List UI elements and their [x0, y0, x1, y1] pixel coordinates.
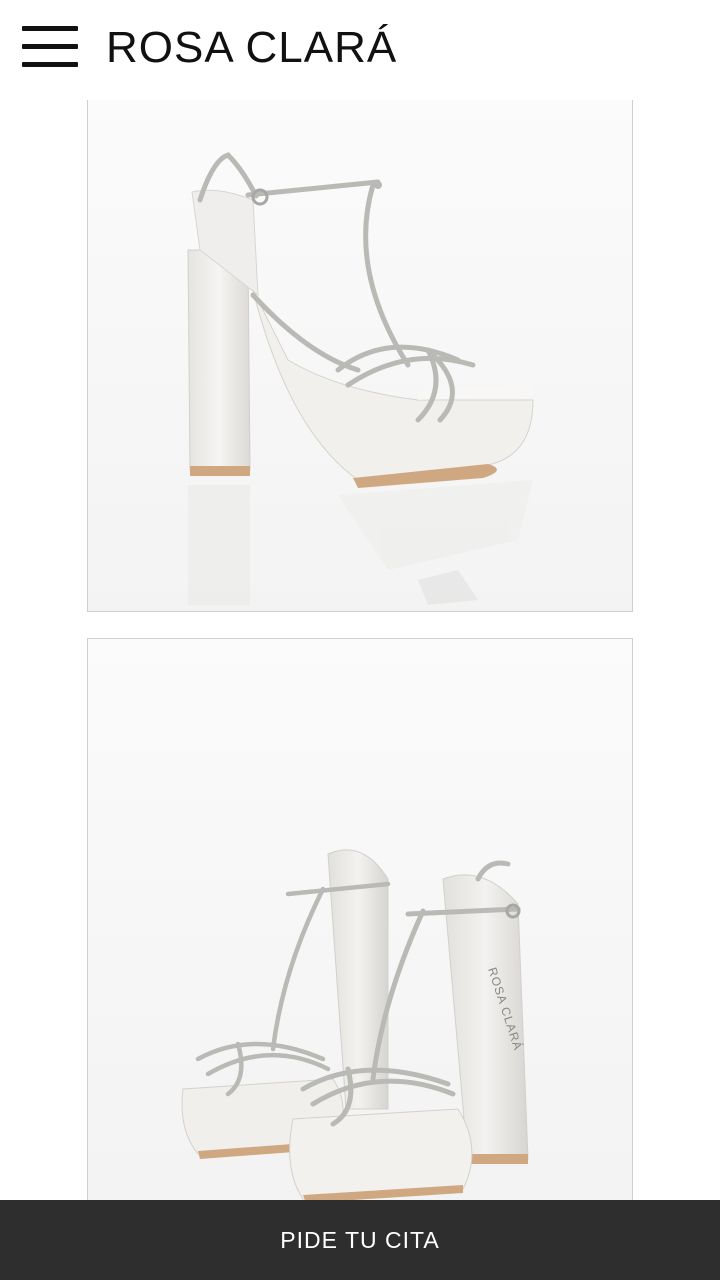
- product-image-card[interactable]: ROSA CLARÁ: [87, 638, 633, 1238]
- hamburger-menu-icon[interactable]: [22, 26, 78, 68]
- menu-bar: [22, 44, 78, 49]
- product-image-card[interactable]: [87, 100, 633, 612]
- sandal-pair-image: ROSA CLARÁ: [181, 849, 529, 1203]
- brand-logo[interactable]: ROSA CLARÁ: [106, 22, 397, 74]
- book-appointment-button[interactable]: PIDE TU CITA: [0, 1200, 720, 1280]
- app-header: ROSA CLARÁ: [0, 0, 720, 100]
- sandal-side-image: [88, 100, 632, 611]
- menu-bar: [22, 26, 78, 31]
- menu-bar: [22, 62, 78, 67]
